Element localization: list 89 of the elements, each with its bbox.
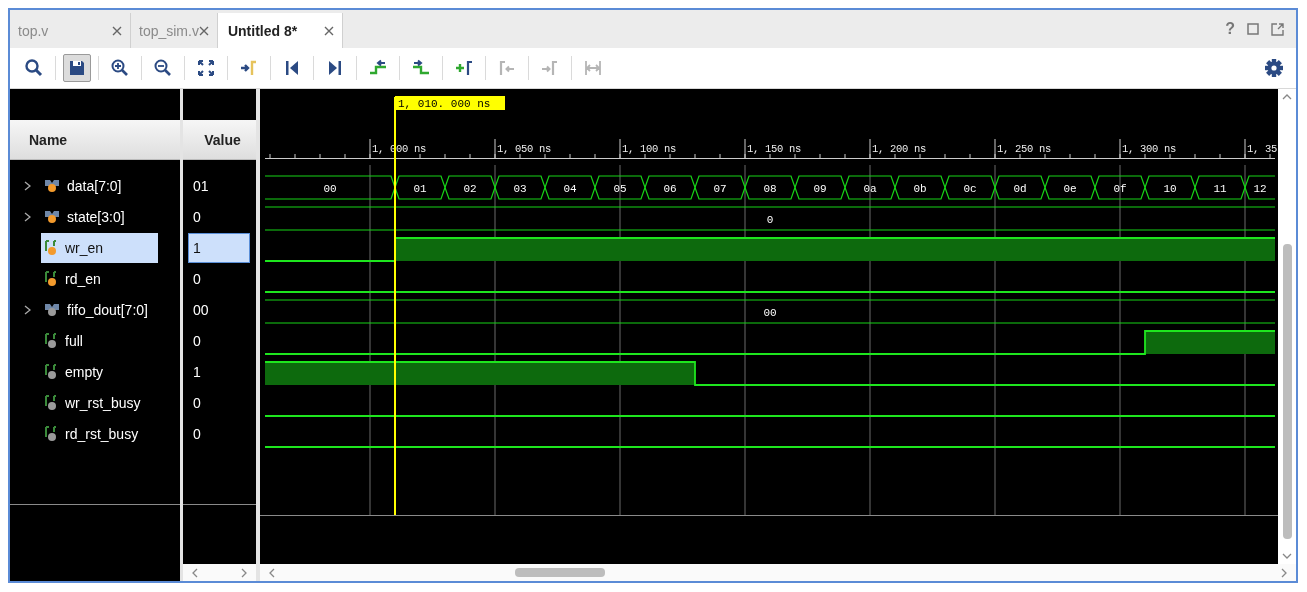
signal-value: 0 (192, 269, 202, 289)
time-label: 1, 100 ns (622, 143, 676, 155)
bus-segment (694, 175, 746, 200)
scroll-left-icon[interactable] (268, 567, 275, 578)
time-label: 1, 200 ns (872, 143, 926, 155)
chevron-icon[interactable] (24, 211, 31, 222)
scroll-up-icon[interactable] (1282, 93, 1292, 100)
zoom-in-icon[interactable] (110, 58, 130, 78)
signal-name[interactable]: state[3:0] (41, 201, 158, 232)
bus-segment (1044, 175, 1096, 200)
bus-value: 0a (863, 182, 877, 195)
bus-segment (544, 175, 596, 200)
search-icon[interactable] (24, 58, 44, 78)
bus-segment (644, 175, 696, 200)
horizontal-scrollbar[interactable] (183, 564, 256, 581)
close-icon[interactable] (323, 25, 334, 36)
bus-value: 0e (1063, 182, 1077, 195)
bus-segment (594, 175, 646, 200)
signal-name[interactable]: empty (41, 356, 158, 387)
bus-value: 04 (563, 182, 577, 195)
maximize-icon[interactable] (1247, 23, 1259, 35)
signal-name[interactable]: rd_rst_busy (41, 418, 158, 449)
bus-segment (794, 175, 846, 200)
bus-value: 01 (413, 182, 427, 195)
bus-value: 05 (613, 182, 627, 195)
time-label: 1, 150 ns (747, 143, 801, 155)
bus-segment (894, 175, 946, 200)
bus-value: 00 (323, 182, 337, 195)
bus-value: 0c (963, 182, 977, 195)
signal-name[interactable]: rd_en (41, 263, 158, 294)
bus-value: 12 (1253, 182, 1267, 195)
time-label: 1, 250 ns (997, 143, 1051, 155)
bus-value: 07 (713, 182, 727, 195)
bus-value: 08 (763, 182, 777, 195)
cursor-time-label: 1, 010. 000 ns (395, 96, 505, 110)
chevron-icon[interactable] (24, 304, 31, 315)
close-icon[interactable] (198, 25, 209, 36)
signal-name[interactable]: full (41, 325, 158, 356)
bus-value: 02 (463, 182, 477, 195)
column-header[interactable]: Name (10, 120, 180, 160)
signal-value: 1 (192, 362, 202, 382)
signal-name[interactable]: wr_en (41, 232, 158, 263)
zoom-out-icon[interactable] (153, 58, 173, 78)
bus-segment (1144, 175, 1196, 200)
signal-name[interactable]: wr_rst_busy (41, 387, 158, 418)
signal-value: 0 (192, 331, 202, 351)
bus-segment (944, 175, 996, 200)
signal-value: 1 (188, 232, 250, 263)
settings-icon[interactable] (1264, 58, 1284, 78)
scroll-down-icon[interactable] (1282, 553, 1292, 560)
column-header[interactable]: Value (183, 120, 256, 160)
bus-segment (994, 175, 1046, 200)
chevron-icon[interactable] (24, 180, 31, 191)
time-label: 1, 35 (1247, 143, 1277, 155)
bus-value: 09 (813, 182, 827, 195)
signal-value: 0 (192, 393, 202, 413)
scroll-right-icon[interactable] (1281, 567, 1288, 578)
bus-value: 03 (513, 182, 527, 195)
bus-value: 10 (1163, 182, 1177, 195)
horizontal-scrollbar[interactable] (260, 564, 1296, 581)
bus-value: 11 (1213, 182, 1227, 195)
bus-value: 06 (663, 182, 677, 195)
arrow-bracket-icon[interactable] (239, 58, 259, 78)
signal-name[interactable]: data[7:0] (41, 170, 158, 201)
time-label: 1, 300 ns (1122, 143, 1176, 155)
scroll-left-icon[interactable] (191, 567, 198, 578)
tab[interactable]: Untitled 8* (217, 13, 343, 48)
bus-segment (444, 175, 496, 200)
float-window-icon[interactable] (1271, 22, 1284, 36)
bus-value: 0 (766, 213, 774, 226)
bus-value: 00 (763, 306, 777, 319)
signal-value: 01 (192, 176, 210, 196)
expand-icon[interactable] (196, 58, 216, 78)
close-icon[interactable] (112, 25, 122, 36)
signal-value: 0 (192, 207, 202, 227)
signal-value: 00 (192, 300, 210, 320)
plus-bracket-icon[interactable] (454, 58, 474, 78)
scroll-right-icon[interactable] (241, 567, 248, 578)
signal-name[interactable]: fifo_dout[7:0] (41, 294, 158, 325)
signal-value: 0 (192, 424, 202, 444)
bus-value: 0f (1113, 182, 1127, 195)
time-label: 1, 050 ns (497, 143, 551, 155)
bus-segment (844, 175, 896, 200)
bus-value: 0b (913, 182, 927, 195)
bus-value: 0d (1013, 182, 1027, 195)
bus-segment (1094, 175, 1146, 200)
bus-segment (744, 175, 796, 200)
bus-segment (494, 175, 546, 200)
help-button[interactable]: ? (1225, 20, 1235, 38)
